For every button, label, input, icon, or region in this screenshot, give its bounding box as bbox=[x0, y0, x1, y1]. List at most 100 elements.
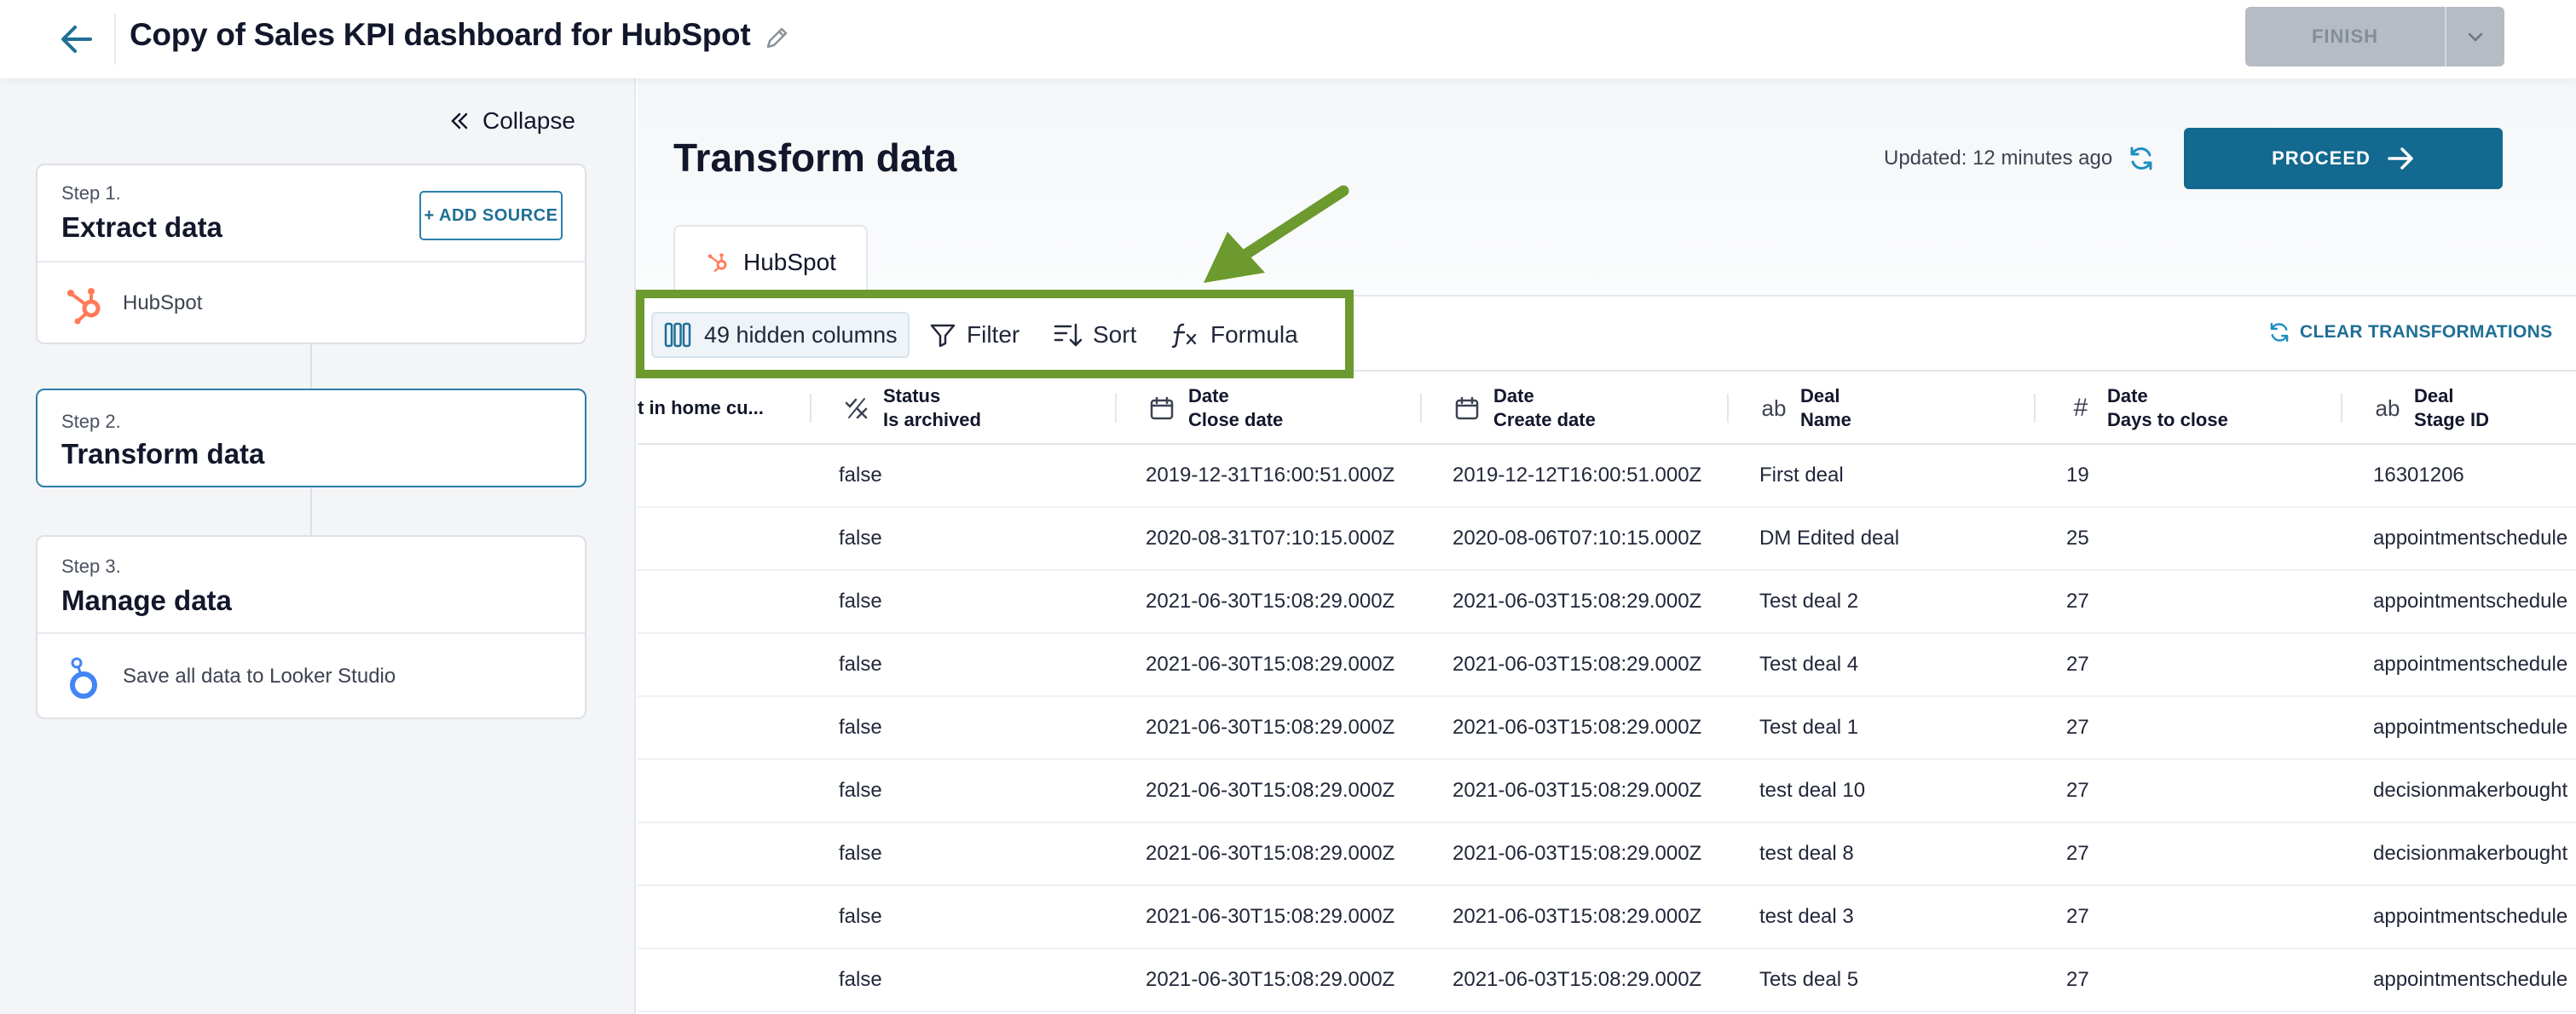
table-cell: 27 bbox=[2066, 590, 2089, 613]
table-cell: test deal 3 bbox=[1759, 905, 1854, 928]
table-cell: decisionmakerbought bbox=[2373, 779, 2568, 802]
text-icon: ab bbox=[1761, 395, 1787, 421]
table-cell: 2021-06-03T15:08:29.000Z bbox=[1453, 653, 1702, 676]
sort-icon bbox=[1054, 323, 1083, 347]
table-cell: 27 bbox=[2066, 968, 2089, 991]
steps-sidebar: Collapse Step 1. Extract data + ADD SOUR… bbox=[0, 78, 636, 1014]
column-divider[interactable] bbox=[2341, 394, 2342, 423]
step-label: Step 2. bbox=[61, 411, 121, 432]
table-cell: Tets deal 5 bbox=[1759, 968, 1859, 991]
table-cell: 2021-06-30T15:08:29.000Z bbox=[1146, 779, 1395, 802]
table-cell: First deal bbox=[1759, 464, 1844, 487]
table-cell: 2021-06-03T15:08:29.000Z bbox=[1453, 968, 1702, 991]
step-connector bbox=[310, 487, 312, 535]
step-title: Transform data bbox=[61, 438, 265, 470]
clear-transformations-label: CLEAR TRANSFORMATIONS bbox=[2300, 322, 2553, 342]
annotation-arrow-icon bbox=[1204, 185, 1349, 283]
column-header-days-to-close[interactable]: # Date Days to close bbox=[2066, 372, 2339, 445]
table-cell: appointmentschedule bbox=[2373, 590, 2568, 613]
destination-item-looker[interactable]: Save all data to Looker Studio bbox=[38, 632, 585, 719]
table-row[interactable]: false 2021-06-30T15:08:29.000Z 2021-06-03T… bbox=[638, 697, 2576, 760]
sort-button[interactable]: Sort bbox=[1054, 314, 1136, 356]
table-cell: 27 bbox=[2066, 653, 2089, 676]
add-source-button[interactable]: + ADD SOURCE bbox=[419, 191, 563, 240]
column-name: Is archived bbox=[883, 409, 981, 430]
step-card-transform[interactable]: Step 2. Transform data bbox=[36, 389, 586, 487]
column-divider[interactable] bbox=[2034, 394, 2036, 423]
table-cell bbox=[638, 823, 808, 884]
table-cell: 2021-06-30T15:08:29.000Z bbox=[1146, 653, 1395, 676]
table-cell: Test deal 4 bbox=[1759, 653, 1859, 676]
column-header-close-date[interactable]: Date Close date bbox=[1147, 372, 1420, 445]
column-divider[interactable] bbox=[1115, 394, 1117, 423]
column-divider[interactable] bbox=[810, 394, 811, 423]
step-title: Manage data bbox=[61, 585, 232, 616]
table-cell bbox=[638, 697, 808, 758]
refresh-icon[interactable] bbox=[2124, 141, 2158, 176]
table-cell: 25 bbox=[2066, 527, 2089, 550]
column-header-stage-id[interactable]: ab Deal Stage ID bbox=[2373, 372, 2576, 445]
formula-icon bbox=[1171, 323, 1197, 349]
collapse-button[interactable]: Collapse bbox=[448, 107, 575, 135]
table-cell: appointmentschedule bbox=[2373, 905, 2568, 928]
table-cell: test deal 8 bbox=[1759, 842, 1854, 865]
table-cell bbox=[638, 886, 808, 948]
column-divider[interactable] bbox=[1420, 394, 1422, 423]
step-label: Step 3. bbox=[61, 556, 121, 577]
source-item-hubspot[interactable]: HubSpot bbox=[38, 261, 585, 344]
collapse-label: Collapse bbox=[482, 107, 575, 134]
table-row[interactable]: false 2021-06-30T15:08:29.000Z 2021-06-03T… bbox=[638, 823, 2576, 886]
looker-studio-logo-icon bbox=[65, 654, 102, 705]
finish-button[interactable]: FINISH bbox=[2245, 7, 2445, 66]
table-cell: decisionmakerbought bbox=[2373, 842, 2568, 865]
formula-label: Formula bbox=[1210, 321, 1298, 348]
column-header[interactable]: t in home cu... bbox=[638, 372, 808, 445]
table-cell: 2021-06-03T15:08:29.000Z bbox=[1453, 716, 1702, 739]
formula-button[interactable]: Formula bbox=[1171, 314, 1298, 356]
table-row[interactable]: false 2021-06-30T15:08:29.000Z 2021-06-03T… bbox=[638, 949, 2576, 1012]
table-row[interactable]: false 2021-06-30T15:08:29.000Z 2021-06-03T… bbox=[638, 760, 2576, 823]
pencil-icon[interactable] bbox=[760, 20, 794, 55]
table-cell bbox=[638, 571, 808, 632]
table-cell: false bbox=[839, 905, 882, 928]
proceed-button[interactable]: PROCEED bbox=[2184, 128, 2503, 189]
table-cell: 2021-06-30T15:08:29.000Z bbox=[1146, 842, 1395, 865]
filter-button[interactable]: Filter bbox=[929, 314, 1019, 356]
hidden-columns-button[interactable]: 49 hidden columns bbox=[651, 312, 910, 358]
column-header-deal-name[interactable]: ab Deal Name bbox=[1759, 372, 2032, 445]
table-row[interactable]: false 2021-06-30T15:08:29.000Z 2021-06-03T… bbox=[638, 571, 2576, 634]
column-header-status[interactable]: Status Is archived bbox=[842, 372, 1115, 445]
column-name: Name bbox=[1800, 409, 1851, 430]
step-card-extract[interactable]: Step 1. Extract data + ADD SOURCE HubSpo… bbox=[36, 164, 586, 344]
column-divider[interactable] bbox=[1727, 394, 1729, 423]
table-row[interactable]: false 2021-06-30T15:08:29.000Z 2021-06-03T… bbox=[638, 634, 2576, 697]
table-cell: 2021-06-30T15:08:29.000Z bbox=[1146, 905, 1395, 928]
table-row[interactable]: false 2019-12-31T16:00:51.000Z 2019-12-12T… bbox=[638, 445, 2576, 508]
table-cell: appointmentschedule bbox=[2373, 716, 2568, 739]
column-header-create-date[interactable]: Date Create date bbox=[1453, 372, 1725, 445]
table-row[interactable]: false 2021-06-30T15:08:29.000Z 2021-06-03T… bbox=[638, 886, 2576, 949]
table-cell: DM Edited deal bbox=[1759, 527, 1900, 550]
table-cell: false bbox=[839, 842, 882, 865]
step-title: Extract data bbox=[61, 211, 222, 243]
back-arrow-icon[interactable] bbox=[56, 19, 97, 60]
column-name: Days to close bbox=[2107, 409, 2228, 430]
tab-hubspot[interactable]: HubSpot bbox=[673, 225, 868, 298]
table-cell: false bbox=[839, 653, 882, 676]
table-cell: 2020-08-06T07:10:15.000Z bbox=[1453, 527, 1702, 550]
step-card-manage[interactable]: Step 3. Manage data Save all data to Loo… bbox=[36, 535, 586, 719]
table-row[interactable]: false 2020-08-31T07:10:15.000Z 2020-08-06T… bbox=[638, 508, 2576, 571]
table-cell: false bbox=[839, 968, 882, 991]
table-cell: 2020-08-31T07:10:15.000Z bbox=[1146, 527, 1395, 550]
table-cell: false bbox=[839, 716, 882, 739]
clear-transformations-button[interactable]: CLEAR TRANSFORMATIONS bbox=[2267, 320, 2552, 344]
double-chevron-left-icon bbox=[451, 112, 468, 130]
table-cell: appointmentschedule bbox=[2373, 527, 2568, 550]
chevron-down-icon[interactable] bbox=[2446, 7, 2504, 66]
table-cell: 2021-06-03T15:08:29.000Z bbox=[1453, 779, 1702, 802]
columns-icon bbox=[664, 322, 691, 348]
filter-icon bbox=[930, 324, 956, 348]
table-cell: false bbox=[839, 590, 882, 613]
refresh-icon bbox=[2270, 322, 2289, 343]
arrow-right-icon bbox=[2388, 147, 2413, 170]
